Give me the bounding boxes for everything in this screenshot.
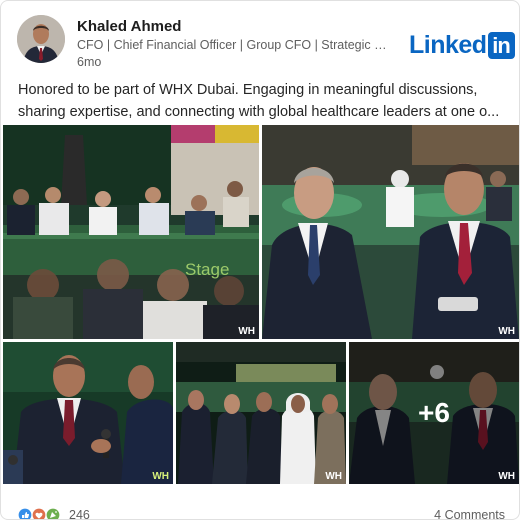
linkedin-logo: Linked in — [409, 31, 515, 59]
stage-sign: Stage — [185, 260, 229, 279]
more-photos-overlay[interactable]: +6 — [349, 342, 519, 484]
event-watermark: WH — [152, 471, 169, 482]
post-header: Khaled Ahmed CFO | Chief Financial Offic… — [15, 13, 515, 69]
author-name[interactable]: Khaled Ahmed — [77, 18, 181, 35]
reaction-count[interactable]: 246 — [69, 508, 90, 519]
photo-5[interactable]: +6 WH — [349, 342, 519, 484]
photo-2[interactable]: WH — [262, 125, 519, 339]
love-icon — [31, 507, 47, 519]
photo-4[interactable]: WH — [176, 342, 346, 484]
celebrate-icon — [45, 507, 61, 519]
brand-word: Linked — [409, 31, 487, 59]
photo-3[interactable]: WH — [3, 342, 173, 484]
reactions-icons[interactable] — [17, 507, 71, 519]
engagement-bar: 246 4 Comments — [15, 507, 507, 519]
event-watermark: WH — [498, 326, 515, 337]
post-card: Khaled Ahmed CFO | Chief Financial Offic… — [0, 0, 520, 520]
more-photos-count: +6 — [418, 397, 450, 428]
author-headline: CFO | Chief Financial Officer | Group CF… — [77, 38, 393, 52]
post-body: Honored to be part of WHX Dubai. Engagin… — [18, 79, 506, 123]
author-avatar[interactable] — [17, 15, 65, 63]
event-watermark: WH — [498, 471, 515, 482]
event-watermark: WH — [238, 326, 255, 337]
photo-1[interactable]: Stage WH — [3, 125, 259, 339]
comments-count[interactable]: 4 Comments — [434, 508, 505, 519]
event-watermark: WH — [325, 471, 342, 482]
brand-badge: in — [487, 31, 515, 59]
post-body-line: Honored to be part of WHX Dubai. Engagin… — [18, 82, 478, 98]
post-body-line: sharing expertise, and connecting with g… — [18, 104, 500, 120]
like-icon — [17, 507, 33, 519]
post-timestamp: 6mo — [77, 55, 102, 69]
